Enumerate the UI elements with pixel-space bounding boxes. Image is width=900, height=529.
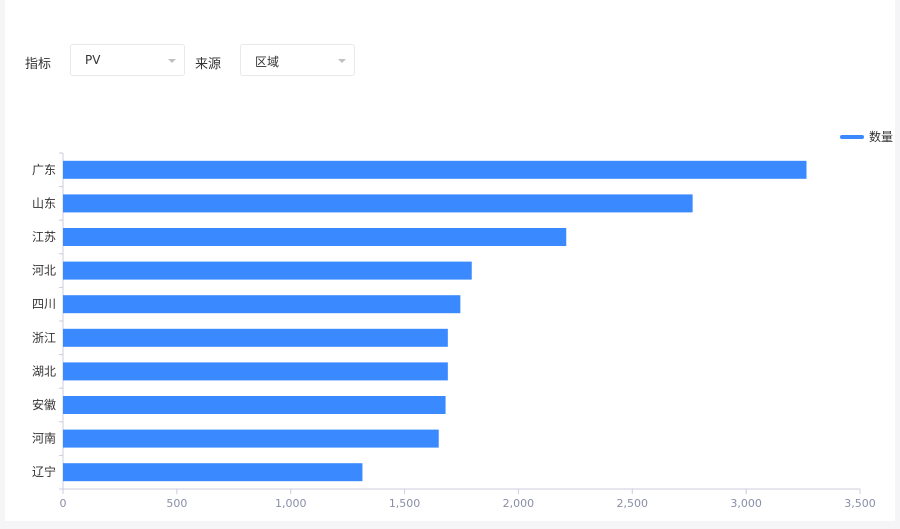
x-tick-label: 2,500 xyxy=(617,497,649,510)
bar-安徽 xyxy=(63,396,446,414)
y-tick-label: 辽宁 xyxy=(32,464,56,479)
bar-山东 xyxy=(63,194,693,213)
y-tick-label: 四川 xyxy=(32,297,56,311)
x-tick-label: 1,000 xyxy=(275,497,307,510)
bar-河北 xyxy=(63,261,472,280)
bar-辽宁 xyxy=(63,463,363,482)
x-tick-label: 3,000 xyxy=(730,497,762,510)
bar-chart: 广东山东江苏河北四川浙江湖北安徽河南辽宁 0 500 1,000 1,500 2,000 2… xyxy=(32,152,876,510)
y-tick-label: 广东 xyxy=(32,163,56,177)
x-tick-label: 500 xyxy=(166,497,187,510)
bar-四川 xyxy=(63,295,461,314)
bar-湖北 xyxy=(63,362,448,381)
y-tick-label: 安徽 xyxy=(32,397,56,412)
x-tick-label: 0 xyxy=(60,497,67,510)
bar-江苏 xyxy=(63,228,567,246)
bar-广东 xyxy=(63,160,807,179)
bar-河南 xyxy=(63,429,439,448)
x-tick-label: 3,500 xyxy=(844,497,876,510)
y-tick-label: 湖北 xyxy=(32,363,56,378)
x-tick-label: 1,500 xyxy=(389,497,421,510)
y-tick-label: 江苏 xyxy=(32,230,56,244)
y-tick-label: 山东 xyxy=(32,196,56,210)
y-tick-label: 河北 xyxy=(32,264,56,278)
y-tick-label: 河南 xyxy=(32,431,56,446)
x-tick-label: 2,000 xyxy=(503,497,535,510)
y-tick-label: 浙江 xyxy=(32,331,56,345)
bar-浙江 xyxy=(63,328,448,347)
